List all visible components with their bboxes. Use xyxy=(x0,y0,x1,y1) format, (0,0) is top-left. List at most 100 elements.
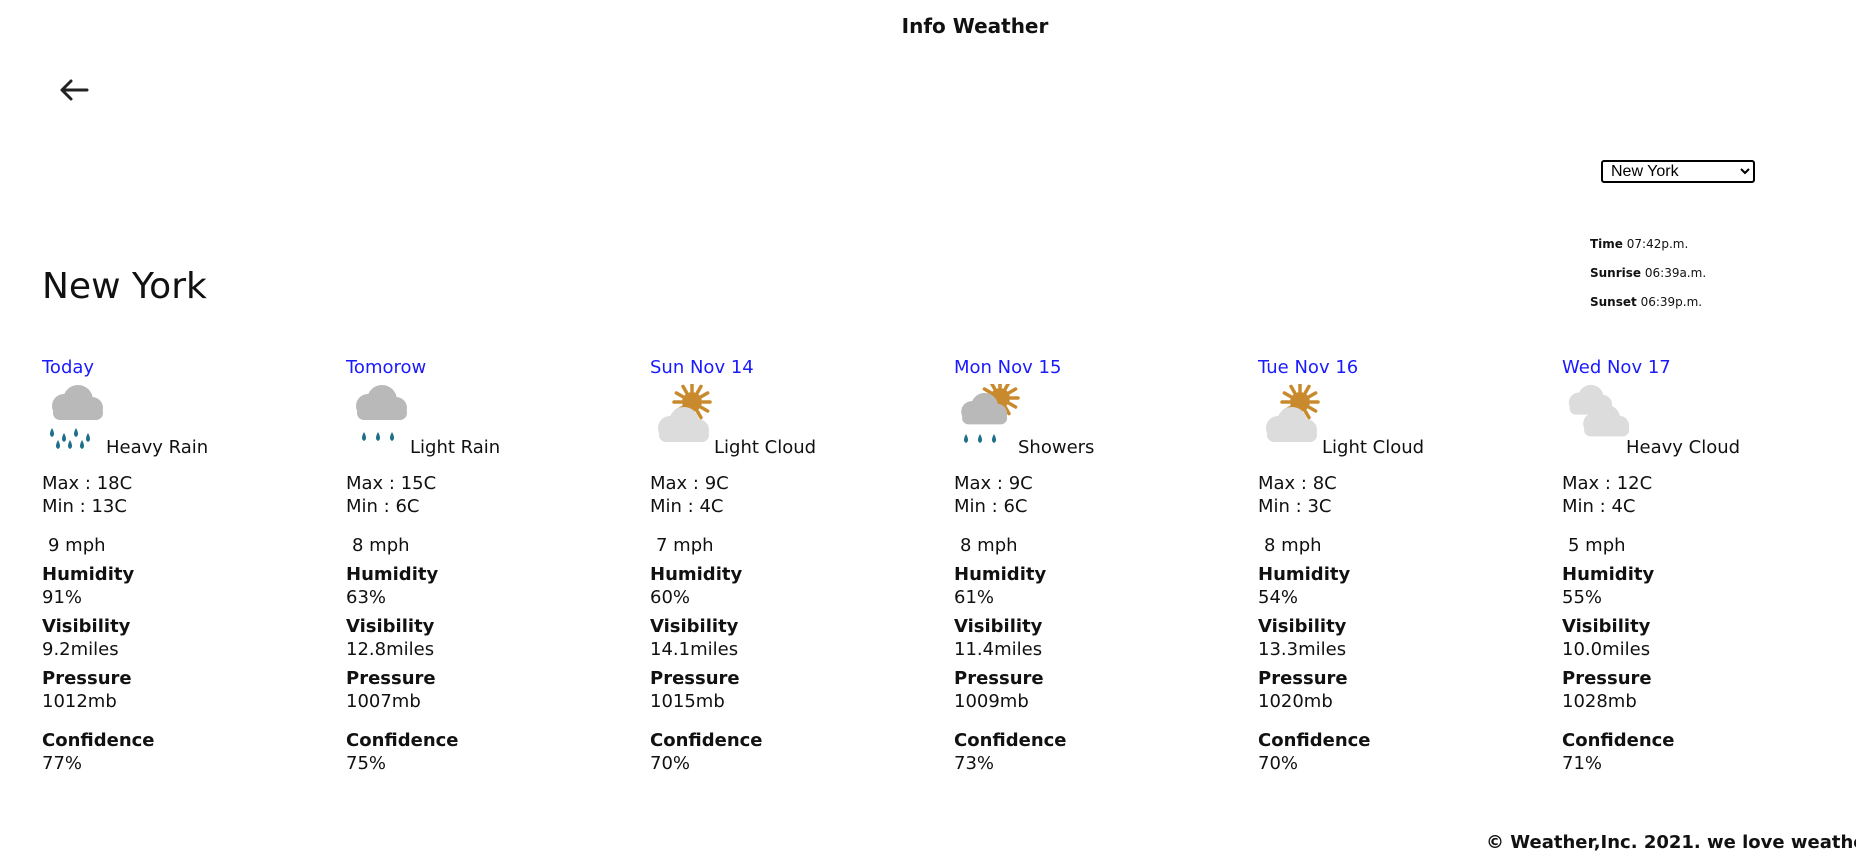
visibility-value: 9.2miles xyxy=(42,639,119,660)
visibility-value: 10.0miles xyxy=(1562,639,1651,660)
condition-text: Light Cloud xyxy=(714,437,817,458)
condition-text: Light Cloud xyxy=(1322,437,1425,458)
temperature-block: Max : 15C Min : 6C xyxy=(346,472,646,518)
condition-row: Light Rain xyxy=(346,384,646,462)
condition-row: Light Cloud xyxy=(650,382,950,462)
visibility-label: Visibility xyxy=(346,616,435,637)
forecast-day-card-5: Tue Nov 16 Light Cloud Max : 8C Min : 3C… xyxy=(1258,356,1558,775)
forecast-grid: Today Heavy Rain Max : 18C Min : 13C 9 m… xyxy=(42,356,1842,786)
humidity-value: 54% xyxy=(1258,587,1299,608)
pressure-label: Pressure xyxy=(1562,668,1652,689)
pressure-label: Pressure xyxy=(42,668,132,689)
humidity-value: 91% xyxy=(42,587,83,608)
humidity-label: Humidity xyxy=(650,564,743,585)
sunset-label: Sunset xyxy=(1590,295,1637,309)
pressure-label: Pressure xyxy=(1258,668,1348,689)
pressure-label: Pressure xyxy=(954,668,1044,689)
light-rain-icon xyxy=(346,384,414,452)
confidence-value: 70% xyxy=(1258,753,1299,774)
light-cloud-icon xyxy=(650,382,718,452)
humidity-value: 61% xyxy=(954,587,995,608)
sunrise-label: Sunrise xyxy=(1590,266,1642,280)
wind-speed: 8 mph xyxy=(352,535,410,556)
time-value: 07:42p.m. xyxy=(1626,237,1689,251)
condition-row: Heavy Rain xyxy=(42,384,342,462)
visibility-label: Visibility xyxy=(42,616,131,637)
max-temp: Max : 8C xyxy=(1258,473,1337,494)
max-temp: Max : 18C xyxy=(42,473,133,494)
temperature-block: Max : 12C Min : 4C xyxy=(1562,472,1856,518)
day-link[interactable]: Wed Nov 17 xyxy=(1562,356,1856,380)
showers-icon xyxy=(954,378,1022,452)
pressure-value: 1012mb xyxy=(42,691,117,712)
forecast-day-card-2: Tomorow Light Rain Max : 15C Min : 6C 8 … xyxy=(346,356,646,775)
min-temp: Min : 6C xyxy=(954,496,1028,517)
confidence-label: Confidence xyxy=(1562,730,1675,751)
min-temp: Min : 4C xyxy=(1562,496,1636,517)
city-select[interactable]: New York xyxy=(1601,160,1755,183)
confidence-label: Confidence xyxy=(650,730,763,751)
day-link[interactable]: Today xyxy=(42,356,342,380)
min-temp: Min : 3C xyxy=(1258,496,1332,517)
visibility-label: Visibility xyxy=(1258,616,1347,637)
heavy-cloud-icon xyxy=(1562,384,1630,452)
forecast-day-card-3: Sun Nov 14 Light Cloud Max : 9C Min : 4C… xyxy=(650,356,950,775)
confidence-value: 73% xyxy=(954,753,995,774)
min-temp: Min : 4C xyxy=(650,496,724,517)
day-link[interactable]: Mon Nov 15 xyxy=(954,356,1254,380)
forecast-day-card-4: Mon Nov 15 Showers Max : 9C Min : 6C 8 m… xyxy=(954,356,1254,775)
pressure-value: 1020mb xyxy=(1258,691,1333,712)
confidence-label: Confidence xyxy=(346,730,459,751)
arrow-left-icon xyxy=(59,78,89,106)
city-name: New York xyxy=(42,266,207,307)
app-title: Info Weather xyxy=(901,14,1049,38)
max-temp: Max : 9C xyxy=(954,473,1033,494)
temperature-block: Max : 8C Min : 3C xyxy=(1258,472,1558,518)
condition-text: Showers xyxy=(1018,437,1095,458)
condition-row: Showers xyxy=(954,378,1254,462)
condition-text: Heavy Cloud xyxy=(1626,437,1741,458)
confidence-value: 70% xyxy=(650,753,691,774)
time-info-panel: Time 07:42p.m. Sunrise 06:39a.m. Sunset … xyxy=(1590,230,1706,317)
max-temp: Max : 9C xyxy=(650,473,729,494)
sunset-row: Sunset 06:39p.m. xyxy=(1590,288,1706,317)
temperature-block: Max : 18C Min : 13C xyxy=(42,472,342,518)
humidity-label: Humidity xyxy=(1562,564,1655,585)
visibility-value: 11.4miles xyxy=(954,639,1043,660)
wind-speed: 5 mph xyxy=(1568,535,1626,556)
time-label: Time xyxy=(1590,237,1623,251)
humidity-value: 60% xyxy=(650,587,691,608)
max-temp: Max : 15C xyxy=(346,473,437,494)
wind-speed: 7 mph xyxy=(656,535,714,556)
sunrise-value: 06:39a.m. xyxy=(1644,266,1707,280)
day-link[interactable]: Sun Nov 14 xyxy=(650,356,950,380)
day-link[interactable]: Tomorow xyxy=(346,356,646,380)
min-temp: Min : 13C xyxy=(42,496,127,517)
light-cloud-icon xyxy=(1258,382,1326,452)
back-button[interactable] xyxy=(56,74,92,110)
visibility-label: Visibility xyxy=(954,616,1043,637)
confidence-value: 71% xyxy=(1562,753,1603,774)
visibility-value: 12.8miles xyxy=(346,639,435,660)
wind-speed: 8 mph xyxy=(1264,535,1322,556)
forecast-day-card-1: Today Heavy Rain Max : 18C Min : 13C 9 m… xyxy=(42,356,342,775)
pressure-value: 1009mb xyxy=(954,691,1029,712)
pressure-value: 1015mb xyxy=(650,691,725,712)
humidity-label: Humidity xyxy=(346,564,439,585)
confidence-label: Confidence xyxy=(954,730,1067,751)
confidence-value: 77% xyxy=(42,753,83,774)
visibility-label: Visibility xyxy=(1562,616,1651,637)
wind-speed: 9 mph xyxy=(48,535,106,556)
pressure-label: Pressure xyxy=(650,668,740,689)
sunset-value: 06:39p.m. xyxy=(1640,295,1703,309)
humidity-label: Humidity xyxy=(42,564,135,585)
condition-row: Light Cloud xyxy=(1258,382,1558,462)
visibility-value: 14.1miles xyxy=(650,639,739,660)
sunrise-row: Sunrise 06:39a.m. xyxy=(1590,259,1706,288)
time-row: Time 07:42p.m. xyxy=(1590,230,1706,259)
pressure-label: Pressure xyxy=(346,668,436,689)
day-link[interactable]: Tue Nov 16 xyxy=(1258,356,1558,380)
confidence-label: Confidence xyxy=(42,730,155,751)
condition-row: Heavy Cloud xyxy=(1562,384,1856,462)
forecast-day-card-6: Wed Nov 17 Heavy Cloud Max : 12C Min : 4… xyxy=(1562,356,1856,775)
